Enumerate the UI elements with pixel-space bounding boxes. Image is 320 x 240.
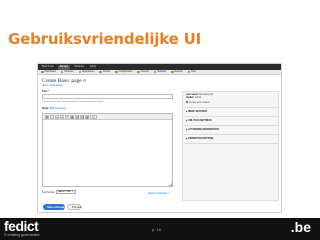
text-format-select[interactable]: Basic HTML ▼ [56, 190, 76, 194]
revision-meta: Last saved: Not saved yet Author: admin … [183, 92, 278, 108]
help-circle-icon: ⓘ [167, 193, 170, 195]
resize-handle[interactable] [169, 183, 172, 186]
save-publish-button[interactable]: Save and publish [43, 204, 70, 210]
title-label: Title * [42, 90, 49, 93]
settings-sidebar: Last saved: Not saved yet Author: admin … [182, 91, 279, 201]
numbered-list-button[interactable]: ≡ [60, 114, 64, 119]
toolbar-shortcuts[interactable]: Shortcuts [72, 65, 86, 70]
be-logo: .be [290, 219, 311, 235]
revision-checkbox[interactable]: Create new revision [186, 100, 275, 105]
page-number: p. 16 [152, 227, 161, 232]
about-text-formats-link[interactable]: About text formats ⓘ [148, 191, 170, 195]
dashboard-icon [41, 70, 44, 74]
menu-modules[interactable]: Modules [153, 70, 166, 74]
text-format-label: Text format [42, 190, 55, 194]
breadcrumb[interactable]: Home » Add content [42, 85, 63, 87]
menu-appearance[interactable]: Appearance [78, 70, 94, 74]
body-editor[interactable]: B I ≡ ≡ ❝ ▣ ⛓ ⛓ ▦ </> [42, 113, 173, 187]
unlink-button[interactable]: ⛓ [80, 114, 84, 119]
people-icon [99, 70, 102, 74]
toolbar-manage[interactable]: Manage [57, 64, 71, 70]
menu-help[interactable]: Help [187, 70, 196, 74]
menu-dashboard[interactable]: Dashboard [41, 70, 56, 74]
body-label: Body (Edit summary) [42, 107, 66, 110]
preview-button[interactable]: Preview [67, 204, 82, 210]
structure-icon [60, 70, 64, 74]
table-button[interactable]: ▦ [85, 114, 89, 119]
editor-toolbar: B I ≡ ≡ ❝ ▣ ⛓ ⛓ ▦ </> [43, 114, 172, 120]
help-icon [187, 70, 191, 74]
reports-icon [171, 70, 174, 74]
title-input[interactable] [42, 94, 173, 99]
form-actions: Save and publish Preview [43, 204, 82, 210]
appearance-icon [78, 70, 82, 74]
authoring-information-section[interactable]: ▶ AUTHORING INFORMATION [183, 126, 278, 135]
required-marker: * [47, 90, 49, 93]
menu-settings-section[interactable]: ▶ MENU SETTINGS [183, 108, 278, 117]
text-format-row: Text format Basic HTML ▼ [42, 190, 76, 194]
menu-reports[interactable]: Reports [171, 70, 183, 74]
checkbox-icon [186, 100, 189, 103]
url-path-settings-section[interactable]: ▶ URL PATH SETTINGS [183, 117, 278, 126]
page-title: Create Basic page⚙ [42, 78, 87, 84]
edit-summary-link[interactable]: (Edit summary) [49, 107, 66, 110]
slide-title: Gebruiksvriendelijke UI [8, 30, 201, 48]
chevron-down-icon: ▼ [71, 190, 74, 193]
content-icon [137, 70, 140, 74]
fedict-logo: fedict © creating government [4, 218, 40, 237]
menu-configuration[interactable]: Configuration [115, 70, 132, 74]
source-button[interactable]: </> [90, 114, 97, 119]
menu-content[interactable]: Content [137, 70, 149, 74]
title-help-text: The title of the node. Shown in places s… [42, 101, 104, 103]
toolbar-back-to-site[interactable]: Back to site [40, 65, 56, 70]
blockquote-button[interactable]: ❝ [65, 114, 69, 119]
image-button[interactable]: ▣ [70, 114, 74, 119]
gear-icon[interactable]: ⚙ [83, 78, 87, 83]
promotion-options-section[interactable]: ▶ PROMOTION OPTIONS [183, 135, 278, 144]
modules-icon [153, 70, 157, 74]
configuration-icon [115, 70, 118, 74]
link-button[interactable]: ⛓ [75, 114, 79, 119]
drupal-screenshot: Back to site Manage Shortcuts admin Dash… [37, 63, 282, 213]
bold-button[interactable]: B [45, 114, 49, 119]
bullet-list-button[interactable]: ≡ [55, 114, 59, 119]
admin-menu-tray: Dashboard Structure Appearance People Co… [38, 70, 281, 75]
italic-button[interactable]: I [50, 114, 54, 119]
menu-structure[interactable]: Structure [60, 70, 74, 74]
menu-people[interactable]: People [99, 70, 110, 74]
toolbar-user[interactable]: admin [88, 65, 98, 70]
